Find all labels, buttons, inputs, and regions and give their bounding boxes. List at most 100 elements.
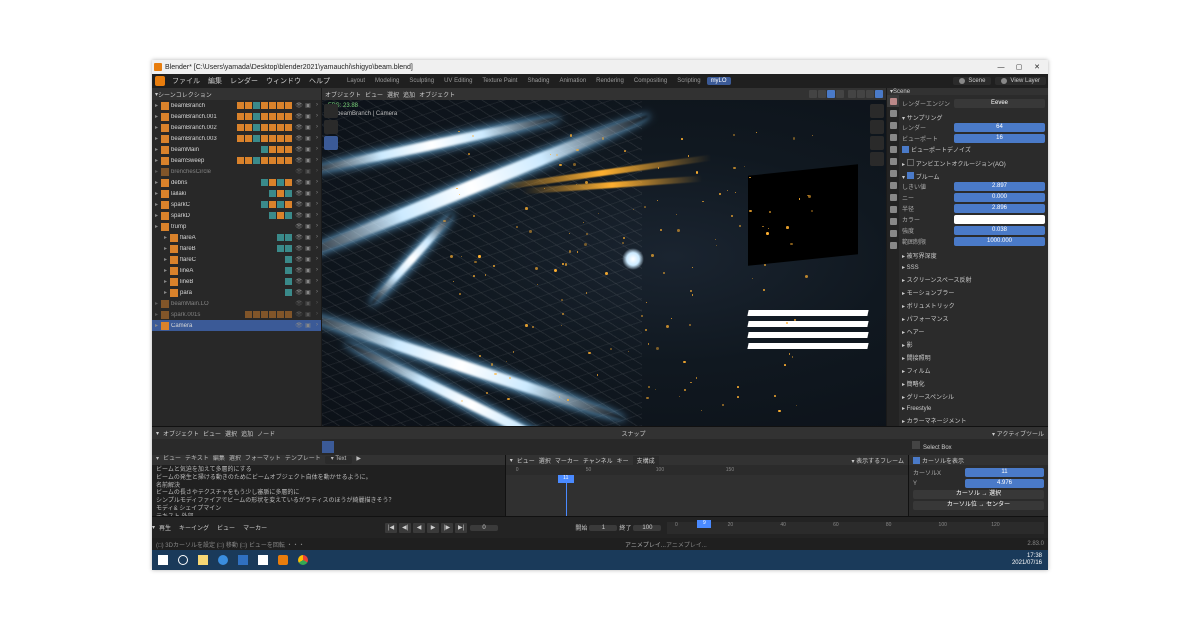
- minimize-button[interactable]: —: [992, 64, 1010, 71]
- viewport-samples[interactable]: 16: [954, 134, 1045, 143]
- bloom-clamp[interactable]: 1000.000: [954, 237, 1045, 246]
- denoise-checkbox[interactable]: [902, 146, 909, 153]
- props-section[interactable]: ▸ カラーマネージメント: [902, 416, 1045, 425]
- props-section[interactable]: ▸ パフォーマンス: [902, 314, 1045, 323]
- menu-file[interactable]: ファイル: [168, 76, 204, 86]
- next-key-button[interactable]: |▶: [441, 523, 453, 533]
- outliner-row[interactable]: ▸beamSweep👁▣›: [152, 155, 321, 166]
- props-section[interactable]: ▸ SSS: [902, 264, 1045, 271]
- timeline-ruler[interactable]: 0 20 40 60 80 100 120 9: [667, 522, 1044, 534]
- ao-checkbox[interactable]: [907, 159, 914, 166]
- outliner-row[interactable]: ▸flareB👁▣›: [152, 243, 321, 254]
- vp-menu[interactable]: オブジェクト: [419, 90, 455, 99]
- outliner-row[interactable]: ▸debris👁▣›: [152, 177, 321, 188]
- props-section[interactable]: ▸ モーションブラー: [902, 288, 1045, 297]
- vp-menu[interactable]: ビュー: [365, 90, 383, 99]
- outliner-row[interactable]: ▸sparkD👁▣›: [152, 210, 321, 221]
- props-section[interactable]: ▸ 影: [902, 340, 1045, 349]
- tab-texture[interactable]: [887, 239, 899, 251]
- overlay-toggles[interactable]: [809, 90, 844, 98]
- edge-icon[interactable]: [214, 553, 232, 567]
- cursor-center-button[interactable]: カーソル位 → センター: [913, 501, 1044, 510]
- tab-data[interactable]: [887, 215, 899, 227]
- props-section[interactable]: ▸ 簡略化: [902, 379, 1045, 388]
- workspace-tab[interactable]: Scripting: [673, 77, 704, 85]
- text-doc-name[interactable]: Text: [335, 456, 346, 462]
- dopesheet-ruler[interactable]: 0 50 100 150: [506, 465, 908, 475]
- menu-edit[interactable]: 編集: [204, 76, 226, 86]
- frame-start[interactable]: 1: [589, 525, 617, 531]
- explorer-icon[interactable]: [194, 553, 212, 567]
- timeline-playhead[interactable]: 9: [697, 520, 711, 528]
- outliner-row[interactable]: ▸trump👁▣›: [152, 221, 321, 232]
- outliner-row[interactable]: ▸beamBranch.003👁▣›: [152, 133, 321, 144]
- play-button[interactable]: ▶: [427, 523, 439, 533]
- workspace-tab[interactable]: Shading: [523, 77, 553, 85]
- outliner-row[interactable]: ▸para👁▣›: [152, 287, 321, 298]
- outliner-row[interactable]: ▸lailaki👁▣›: [152, 188, 321, 199]
- cursor-x[interactable]: 11: [965, 468, 1044, 477]
- menu-render[interactable]: レンダー: [226, 76, 262, 86]
- tab-physics[interactable]: [887, 191, 899, 203]
- scene-selector[interactable]: Scene: [953, 77, 991, 85]
- select-tool[interactable]: [324, 120, 338, 134]
- mode-selector[interactable]: オブジェクト: [325, 90, 361, 99]
- workspace-tab[interactable]: Modeling: [371, 77, 403, 85]
- cursor-to-sel-button[interactable]: カーソル → 選択: [913, 490, 1044, 499]
- tab-constraint[interactable]: [887, 203, 899, 215]
- props-section[interactable]: ▸ 間接照明: [902, 353, 1045, 362]
- playhead[interactable]: 11: [566, 475, 567, 516]
- cursor-y[interactable]: 4.976: [965, 479, 1044, 488]
- props-section[interactable]: ▸ フィルム: [902, 366, 1045, 375]
- perspective-gizmo[interactable]: [870, 152, 884, 166]
- current-frame[interactable]: 0: [470, 525, 498, 531]
- outliner-row[interactable]: ▸spark.001s👁▣›: [152, 309, 321, 320]
- workspace-tab[interactable]: Rendering: [592, 77, 628, 85]
- workspace-tab[interactable]: Compositing: [630, 77, 671, 85]
- tab-scene[interactable]: [887, 131, 899, 143]
- tab-particle[interactable]: [887, 179, 899, 191]
- outliner-row[interactable]: ▸Camera👁▣›: [152, 320, 321, 331]
- tab-viewlayer[interactable]: [887, 119, 899, 131]
- props-section[interactable]: ▸ Freestyle: [902, 405, 1045, 412]
- pan-gizmo[interactable]: [870, 120, 884, 134]
- shading-toggles[interactable]: [848, 90, 883, 98]
- outliner-row[interactable]: ▸beamBranch.001👁▣›: [152, 111, 321, 122]
- camera-gizmo[interactable]: [870, 136, 884, 150]
- props-section[interactable]: ▸ グリースペンシル: [902, 392, 1045, 401]
- tab-material[interactable]: [887, 227, 899, 239]
- run-script-button[interactable]: ▶: [356, 456, 361, 464]
- workspace-tab[interactable]: UV Editing: [440, 77, 476, 85]
- outliner-row[interactable]: ▸flareC👁▣›: [152, 254, 321, 265]
- search-icon[interactable]: [174, 553, 192, 567]
- start-button[interactable]: [154, 553, 172, 567]
- engine-dropdown[interactable]: Eevee: [954, 99, 1045, 108]
- jump-start-button[interactable]: |◀: [385, 523, 397, 533]
- vp-menu[interactable]: 追加: [403, 90, 415, 99]
- jump-end-button[interactable]: ▶|: [455, 523, 467, 533]
- menu-help[interactable]: ヘルプ: [305, 76, 334, 86]
- bloom-radius[interactable]: 2.896: [954, 204, 1045, 213]
- maximize-button[interactable]: ▢: [1010, 63, 1028, 71]
- outliner-row[interactable]: ▸beamBranch.002👁▣›: [152, 122, 321, 133]
- props-section[interactable]: ▸ ヘアー: [902, 327, 1045, 336]
- workspace-tab[interactable]: Animation: [555, 77, 590, 85]
- outliner-row[interactable]: ▸beamMain👁▣›: [152, 144, 321, 155]
- workspace-tab[interactable]: Texture Paint: [478, 77, 521, 85]
- play-rev-button[interactable]: ◀: [413, 523, 425, 533]
- bloom-color[interactable]: [954, 215, 1045, 224]
- close-button[interactable]: ✕: [1028, 63, 1046, 71]
- menu-window[interactable]: ウィンドウ: [262, 76, 305, 86]
- mail-icon[interactable]: [234, 553, 252, 567]
- blender-taskbar-icon[interactable]: [274, 553, 292, 567]
- taskbar-clock[interactable]: 17:38 2021/07/16: [1012, 553, 1046, 566]
- vp-menu[interactable]: 選択: [387, 90, 399, 99]
- bloom-checkbox[interactable]: [907, 172, 914, 179]
- outliner-row[interactable]: ▸beamMain.LO👁▣›: [152, 298, 321, 309]
- outliner-row[interactable]: ▸brenchesCircle👁▣›: [152, 166, 321, 177]
- render-samples[interactable]: 64: [954, 123, 1045, 132]
- workspace-tab[interactable]: Sculpting: [405, 77, 438, 85]
- outliner-row[interactable]: ▸lineA👁▣›: [152, 265, 321, 276]
- outliner-row[interactable]: ▸beamBranch👁▣›: [152, 100, 321, 111]
- props-section[interactable]: ▸ 被写界深度: [902, 251, 1045, 260]
